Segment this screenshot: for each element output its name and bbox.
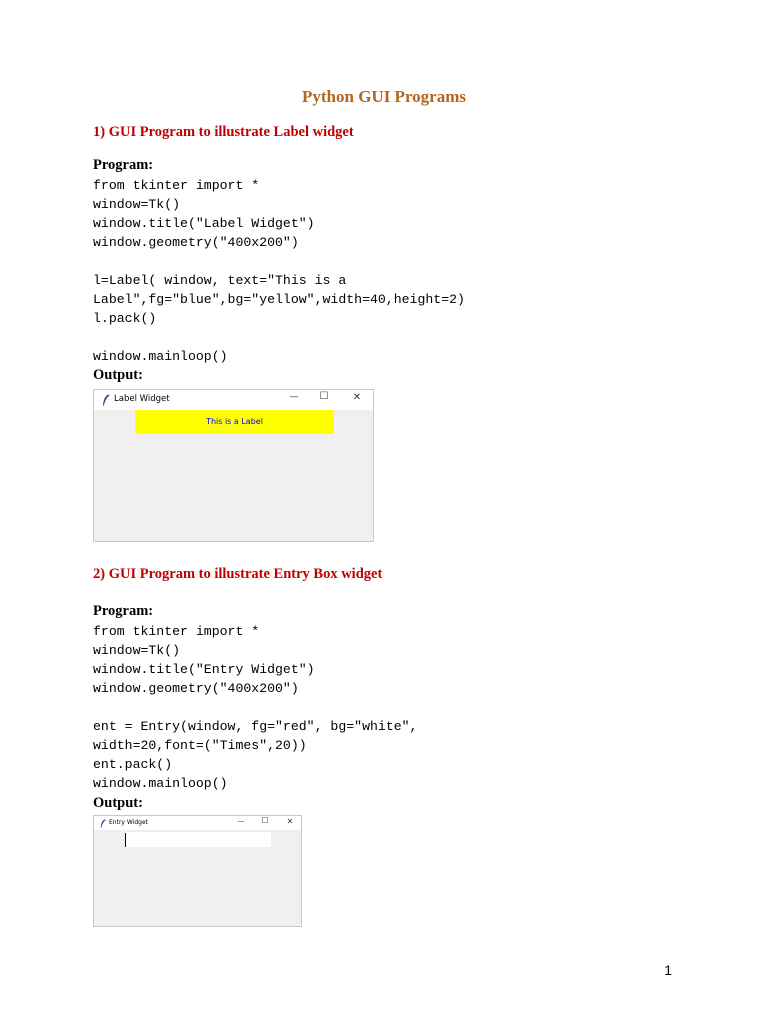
page-number: 1 [664,962,672,978]
window-title: Entry Widget [109,819,148,826]
minimize-icon: — [237,817,245,825]
section-2-output-label: Output: [93,795,143,811]
code-line: from tkinter import * [93,178,260,193]
section-2-program-label: Program: [93,603,154,619]
section-1-code-block: from tkinter import * window=Tk() window… [93,176,465,366]
code-line: window.geometry("400x200") [93,235,299,250]
code-line: window=Tk() [93,643,181,658]
entry-box-widget [125,832,271,847]
text-cursor [125,833,126,847]
code-line: window.geometry("400x200") [93,681,299,696]
minimize-icon: — [289,392,299,402]
code-line: window.title("Label Widget") [93,216,315,231]
code-line: ent.pack() [93,757,173,772]
code-line: window.title("Entry Widget") [93,662,315,677]
code-line: l.pack() [93,311,157,326]
window-titlebar: Label Widget — ☐ ✕ [94,390,373,410]
maximize-icon: ☐ [261,816,269,825]
document-title: Python GUI Programs [301,87,466,106]
close-icon: ✕ [352,392,362,403]
code-line: l=Label( window, text="This is a [93,273,347,288]
section-1-heading: 1) GUI Program to illustrate Label widge… [93,124,354,140]
entry-widget-window-screenshot: Entry Widget — ☐ ✕ [93,815,302,927]
section-2-code-block: from tkinter import * window=Tk() window… [93,622,417,793]
code-line: from tkinter import * [93,624,260,639]
code-line: window.mainloop() [93,776,228,791]
code-line: Label",fg="blue",bg="yellow",width=40,he… [93,292,465,307]
code-line: window=Tk() [93,197,181,212]
maximize-icon: ☐ [319,391,329,402]
document-page: Python GUI Programs 1) GUI Program to il… [0,0,768,1024]
tk-feather-icon [100,819,106,828]
yellow-label-widget: This is a Label [135,410,334,434]
section-1-program-label: Program: [93,157,154,173]
section-2-heading: 2) GUI Program to illustrate Entry Box w… [93,566,383,582]
code-line: width=20,font=("Times",20)) [93,738,307,753]
label-widget-window-screenshot: Label Widget — ☐ ✕ This is a Label [93,389,374,542]
window-title: Label Widget [114,394,170,404]
tk-feather-icon [103,394,110,406]
section-1-output-label: Output: [93,367,143,383]
close-icon: ✕ [286,817,294,826]
code-line: ent = Entry(window, fg="red", bg="white"… [93,719,418,734]
code-line: window.mainloop() [93,349,228,364]
window-titlebar: Entry Widget — ☐ ✕ [94,816,301,830]
